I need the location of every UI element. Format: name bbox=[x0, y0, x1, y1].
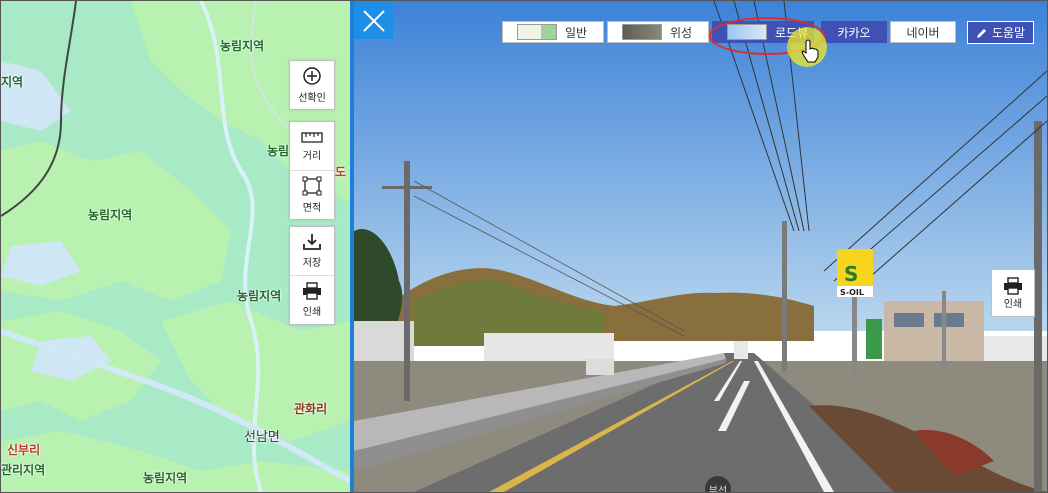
roadview-image: S S-OIL bbox=[354, 1, 1047, 492]
view-kakao-button[interactable]: 카카오 bbox=[821, 21, 887, 43]
zoom-in-icon bbox=[303, 67, 321, 85]
view-normal-button[interactable]: 일반 bbox=[502, 21, 604, 43]
view-kakao-label: 카카오 bbox=[837, 25, 871, 40]
measure-tool-box: 거리 면적 bbox=[289, 121, 335, 220]
map-label-forest: 지역 bbox=[1, 75, 24, 89]
map-pane[interactable]: 농림지역 지역 농림 농림지역 농림지역 농림지역 관리지역 관화리 신부리 선… bbox=[1, 1, 350, 492]
save-label: 저장 bbox=[302, 258, 322, 269]
view-normal-label: 일반 bbox=[565, 25, 588, 40]
pencil-icon bbox=[976, 28, 986, 38]
view-satellite-label: 위성 bbox=[670, 25, 693, 40]
close-icon bbox=[362, 9, 385, 32]
output-tool-box: 저장 인쇄 bbox=[289, 226, 335, 325]
printer-icon bbox=[1004, 276, 1022, 295]
distance-button[interactable]: 거리 bbox=[290, 122, 334, 170]
map-label-forest: 농림지역 bbox=[237, 289, 282, 303]
area-icon bbox=[302, 176, 322, 196]
map-label-forest: 농림지역 bbox=[88, 208, 133, 222]
road-direction-label: 부선 bbox=[708, 486, 728, 493]
view-roadview-button[interactable]: 로드뷰 bbox=[712, 21, 814, 43]
map-label-gwanhwa-ri: 관화리 bbox=[294, 402, 328, 416]
print-label: 인쇄 bbox=[302, 307, 322, 318]
zoom-tool-box: 선확인 bbox=[289, 60, 335, 110]
map-label-sinbu-ri: 신부리 bbox=[7, 443, 41, 457]
map-label-forest: 농림지역 bbox=[220, 39, 265, 53]
view-satellite-button[interactable]: 위성 bbox=[607, 21, 709, 43]
view-naver-button[interactable]: 네이버 bbox=[890, 21, 956, 43]
roadview-print-button[interactable]: 인쇄 bbox=[991, 269, 1035, 317]
satellite-thumbnail-icon bbox=[622, 24, 662, 40]
printer-icon bbox=[303, 282, 321, 300]
map-label-edge: 도 bbox=[335, 165, 347, 179]
help-label: 도움말 bbox=[991, 26, 1026, 40]
area-button[interactable]: 면적 bbox=[290, 170, 334, 219]
zoom-label: 선확인 bbox=[298, 93, 326, 104]
help-button[interactable]: 도움말 bbox=[967, 21, 1034, 44]
save-button[interactable]: 저장 bbox=[290, 227, 334, 275]
zoom-in-button[interactable]: 선확인 bbox=[290, 61, 334, 109]
map-label-forest: 농림지역 bbox=[143, 471, 188, 485]
area-label: 면적 bbox=[302, 203, 322, 214]
roadview-print-label: 인쇄 bbox=[1003, 298, 1023, 310]
s-oil-sign-text: S-OIL bbox=[840, 288, 864, 297]
map-label-management-area: 관리지역 bbox=[1, 463, 46, 477]
distance-label: 거리 bbox=[302, 151, 322, 162]
view-roadview-label: 로드뷰 bbox=[775, 25, 809, 40]
view-naver-label: 네이버 bbox=[906, 25, 940, 40]
close-roadview-button[interactable] bbox=[354, 2, 393, 39]
download-icon bbox=[303, 234, 321, 250]
print-button[interactable]: 인쇄 bbox=[290, 275, 334, 324]
map-label-forest: 농림 bbox=[267, 144, 290, 158]
map-label-seonnam-myeon: 선남면 bbox=[244, 430, 280, 445]
ruler-icon bbox=[301, 132, 323, 143]
svg-text:S: S bbox=[844, 262, 858, 286]
roadview-pane[interactable]: S S-OIL bbox=[354, 1, 1047, 492]
normal-map-thumbnail-icon bbox=[517, 24, 557, 40]
roadview-thumbnail-icon bbox=[727, 24, 767, 40]
